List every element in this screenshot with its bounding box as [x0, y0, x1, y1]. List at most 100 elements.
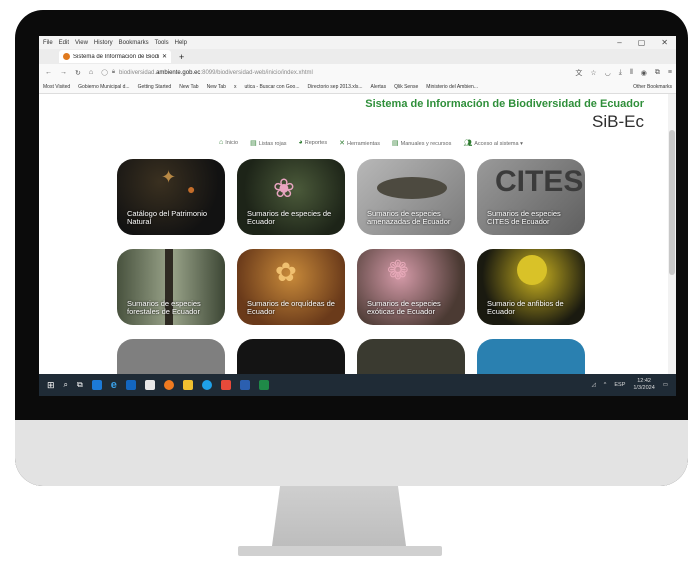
tile-exoticas[interactable]: ❁ Sumarios de especies exóticas de Ecuad…: [357, 249, 465, 325]
bookmark-item[interactable]: New Tab: [207, 84, 226, 90]
menu-bookmarks[interactable]: Bookmarks: [119, 40, 149, 46]
tile-orquideas[interactable]: ✿ Sumarios de orquídeas de Ecuador: [237, 249, 345, 325]
notifications-icon[interactable]: ▭: [663, 382, 668, 388]
system-tray: ◿ ^ ESP 12:42 1/3/2024 ▭: [592, 378, 676, 391]
download-icon[interactable]: ⤓: [619, 69, 622, 77]
nav-label: Manuales y recursos: [400, 141, 452, 147]
chevron-up-icon[interactable]: ^: [604, 382, 607, 388]
store-bag-icon[interactable]: [144, 380, 155, 390]
tile-label: Sumarios de especies de Ecuador: [247, 208, 332, 227]
tile-label: Sumarios de orquídeas de Ecuador: [247, 298, 335, 317]
nav-acceso[interactable]: 👥︎ Acceso al sistema ▾: [463, 139, 523, 147]
close-window-icon[interactable]: ✕: [661, 38, 668, 47]
nav-reportes[interactable]: ◕ Reportes: [299, 139, 328, 147]
excel-icon[interactable]: [258, 380, 269, 390]
edge-icon[interactable]: e: [111, 379, 117, 391]
book-icon: ▤: [250, 140, 257, 147]
tile-cites[interactable]: CITES Sumarios de especies CITES de Ecua…: [477, 159, 585, 235]
tab-bar: Sistema de Información de Biodiversidad …: [39, 49, 676, 64]
nav-manuales[interactable]: ▤ Manuales y recursos: [392, 139, 451, 147]
favicon-icon: [63, 53, 70, 60]
minimize-icon[interactable]: –: [617, 38, 621, 47]
scrollbar[interactable]: [668, 94, 676, 377]
task-view-icon[interactable]: ⧉: [77, 380, 83, 390]
menu-file[interactable]: File: [43, 40, 53, 46]
tile-forestales[interactable]: Sumarios de especies forestales de Ecuad…: [117, 249, 225, 325]
menu-edit[interactable]: Edit: [59, 40, 69, 46]
tile-label: Sumarios de especies amenazadas de Ecuad…: [367, 208, 451, 227]
bookmark-item[interactable]: New Tab: [179, 84, 198, 90]
clock[interactable]: 12:42 1/3/2024: [633, 378, 654, 391]
url-bar[interactable]: ◯ 🔒︎ biodiversidad.ambiente.gob.ec:8099/…: [101, 69, 507, 76]
tile-sumarios-especies[interactable]: ❀ Sumarios de especies de Ecuador: [237, 159, 345, 235]
flower-image: ❀: [273, 173, 295, 203]
menu-help[interactable]: Help: [175, 40, 187, 46]
outlook-icon[interactable]: [125, 380, 136, 390]
tile-catalogo[interactable]: ✦ ● Catálogo del Patrimonio Natural: [117, 159, 225, 235]
pocket-icon[interactable]: ◡: [605, 69, 611, 77]
shield-icon: ◯: [101, 70, 108, 76]
bookmark-item[interactable]: Qlik Sense: [394, 84, 418, 90]
language-indicator[interactable]: ESP: [614, 382, 625, 388]
monitor-chin: [15, 420, 688, 486]
app-icon[interactable]: [220, 380, 231, 390]
other-bookmarks[interactable]: Other Bookmarks: [633, 84, 676, 90]
skype-icon[interactable]: [201, 380, 212, 390]
menu-view[interactable]: View: [75, 40, 88, 46]
menu-hamburger-icon[interactable]: ≡: [668, 69, 676, 76]
nav-listas-rojas[interactable]: ▤ Listas rojas: [250, 139, 286, 147]
bookmark-item[interactable]: Most Visited: [43, 84, 70, 90]
home-icon[interactable]: ⌂: [89, 69, 93, 76]
bookmark-item[interactable]: Directorio sep 2013.xls...: [308, 84, 363, 90]
word-icon[interactable]: [239, 380, 250, 390]
nav-label: Reportes: [304, 140, 328, 146]
url-suffix: :8099/biodiversidad-web/inicio/index.xht…: [200, 69, 313, 76]
search-icon[interactable]: ⌕: [64, 380, 68, 390]
bookmarks-bar: Most Visited Gobierno Municipal d... Get…: [39, 81, 676, 94]
page-content: Sistema de Información de Biodiversidad …: [39, 94, 676, 396]
library-icon[interactable]: ⫴: [630, 69, 633, 77]
close-tab-icon[interactable]: ✕: [162, 53, 167, 60]
bookmark-item[interactable]: Gobierno Municipal d...: [78, 84, 129, 90]
menu-tools[interactable]: Tools: [155, 40, 169, 46]
store-icon[interactable]: [91, 380, 102, 390]
bookmark-item[interactable]: Getting Started: [138, 84, 172, 90]
forward-icon[interactable]: →: [60, 69, 67, 76]
bookmark-item[interactable]: Alertas: [371, 84, 387, 90]
back-icon[interactable]: ←: [45, 69, 52, 76]
menu-history[interactable]: History: [94, 40, 113, 46]
url-domain: ambiente.gob.ec: [156, 69, 201, 76]
bookmark-item[interactable]: x: [234, 84, 237, 90]
site-title: Sistema de Información de Biodiversidad …: [365, 98, 644, 110]
users-icon: 👥︎: [463, 140, 473, 147]
tab-title: Sistema de Información de Biodiversidad: [73, 53, 159, 60]
nav-herramientas[interactable]: ✕ Herramientas: [339, 139, 380, 147]
tile-anfibios[interactable]: Sumario de anfibios de Ecuador: [477, 249, 585, 325]
extensions-icon[interactable]: ⧉: [655, 69, 660, 77]
reload-icon[interactable]: ↻: [75, 69, 81, 77]
bookmark-item[interactable]: Ministerio del Ambien...: [426, 84, 478, 90]
nav-label: Listas rojas: [258, 141, 287, 147]
maximize-icon[interactable]: ▢: [638, 38, 646, 47]
nav-inicio[interactable]: ⌂ Inicio: [219, 139, 238, 147]
new-tab-icon[interactable]: +: [179, 52, 184, 62]
account-icon[interactable]: ◉: [641, 69, 647, 77]
pink-flower-image: ❁: [387, 255, 409, 285]
network-icon[interactable]: ◿: [592, 382, 596, 388]
translate-icon[interactable]: 文: [575, 68, 582, 78]
files-icon[interactable]: [182, 380, 193, 390]
menu-bar: File Edit View History Bookmarks Tools H…: [39, 36, 676, 49]
scrollbar-thumb[interactable]: [669, 130, 675, 275]
bookmark-item[interactable]: utica - Buscar con Goo...: [244, 84, 299, 90]
firefox-icon[interactable]: [163, 380, 174, 390]
bookmark-star-icon[interactable]: ☆: [590, 69, 596, 77]
site-subtitle: SiB-Ec: [592, 112, 644, 131]
tile-label: Sumarios de especies exóticas de Ecuador: [367, 298, 441, 317]
tile-amenazadas[interactable]: Sumarios de especies amenazadas de Ecuad…: [357, 159, 465, 235]
orchid-image: ✿: [275, 257, 297, 287]
frog-image: [517, 255, 547, 285]
windows-start-icon[interactable]: ⊞: [47, 380, 55, 391]
url-prefix: biodiversidad.: [119, 69, 157, 76]
nav-label: Acceso al sistema: [474, 141, 519, 147]
browser-tab[interactable]: Sistema de Información de Biodiversidad …: [59, 50, 171, 63]
